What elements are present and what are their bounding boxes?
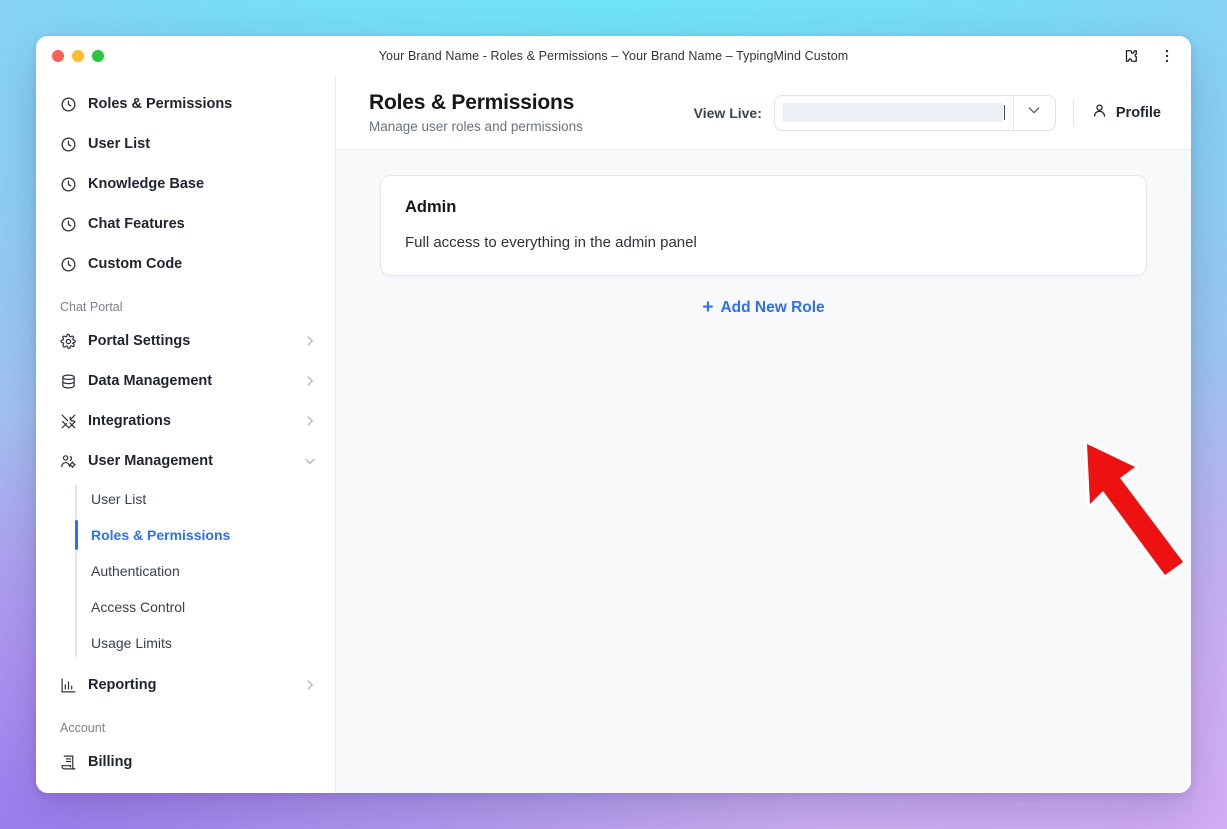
page-header-actions: View Live: Profile — [693, 94, 1161, 131]
sidebar-item-label: User Management — [88, 453, 213, 469]
close-window-button[interactable] — [52, 50, 64, 62]
chevron-right-icon — [303, 678, 317, 692]
page-title: Roles & Permissions — [369, 91, 575, 114]
clock-icon — [60, 96, 77, 113]
sidebar-recent-chat-features[interactable]: Chat Features — [36, 204, 335, 244]
role-name: Admin — [405, 198, 457, 216]
sidebar-subitem-label: Access Control — [91, 599, 186, 615]
chevron-down-icon — [1026, 102, 1042, 123]
sidebar-subitem-user-list[interactable]: User List — [76, 481, 335, 517]
user-icon — [1091, 102, 1108, 123]
clock-icon — [60, 216, 77, 233]
sidebar-item-label: Billing — [88, 754, 133, 770]
maximize-window-button[interactable] — [92, 50, 104, 62]
clock-icon — [60, 176, 77, 193]
page-header-text: Roles & Permissions Manage user roles an… — [369, 91, 583, 134]
sidebar-item-label: User List — [88, 136, 151, 152]
view-live-label: View Live: — [693, 104, 762, 121]
view-live-url-group — [773, 94, 1056, 131]
add-new-role-button[interactable]: + Add New Role — [702, 298, 824, 317]
receipt-icon — [60, 754, 77, 771]
sidebar-item-reporting[interactable]: Reporting — [36, 665, 335, 705]
sidebar-item-label: Integrations — [88, 413, 171, 429]
page-subtitle: Manage user roles and permissions — [369, 119, 583, 134]
user-management-submenu: User List Roles & Permissions Authentica… — [75, 481, 335, 661]
database-icon — [60, 373, 77, 390]
gear-icon — [60, 333, 77, 350]
annotation-arrow-icon — [1071, 432, 1191, 592]
bar-chart-icon — [60, 677, 77, 694]
sidebar-subitem-access-control[interactable]: Access Control — [76, 589, 335, 625]
sidebar-recent-custom-code[interactable]: Custom Code — [36, 244, 335, 284]
puzzle-piece-icon[interactable] — [1121, 46, 1141, 66]
sidebar-recent-roles-permissions[interactable]: Roles & Permissions — [36, 84, 335, 124]
sidebar-item-label: Data Management — [88, 373, 213, 389]
profile-button[interactable]: Profile — [1091, 102, 1161, 123]
app-body: Roles & Permissions User List Knowledge … — [36, 76, 1191, 793]
sidebar-subitem-usage-limits[interactable]: Usage Limits — [76, 625, 335, 661]
tools-icon — [60, 413, 77, 430]
sidebar-item-label: Chat Features — [88, 216, 185, 232]
sidebar-item-data-management[interactable]: Data Management — [36, 361, 335, 401]
view-live-dropdown-button[interactable] — [1012, 95, 1055, 130]
sidebar-subitem-label: Usage Limits — [91, 635, 172, 651]
view-live-url-input[interactable] — [775, 96, 1013, 130]
sidebar-subitem-label: Roles & Permissions — [91, 527, 231, 543]
sidebar-item-integrations[interactable]: Integrations — [36, 401, 335, 441]
chevron-down-icon — [303, 454, 317, 468]
chevron-right-icon — [303, 414, 317, 428]
sidebar-item-billing[interactable]: Billing — [36, 742, 335, 782]
plus-icon: + — [702, 297, 714, 318]
sidebar-subitem-roles-permissions[interactable]: Roles & Permissions — [75, 517, 335, 553]
kebab-menu-icon[interactable] — [1157, 46, 1177, 66]
sidebar-subitem-label: User List — [91, 491, 147, 507]
sidebar-section-account: Account — [60, 721, 106, 735]
sidebar-item-label: Roles & Permissions — [88, 96, 233, 112]
sidebar-recent-knowledge-base[interactable]: Knowledge Base — [36, 164, 335, 204]
clock-icon — [60, 136, 77, 153]
app-window: Your Brand Name - Roles & Permissions – … — [36, 36, 1191, 793]
add-new-role-label: Add New Role — [720, 298, 825, 316]
sidebar-item-label: Knowledge Base — [88, 176, 205, 192]
header-divider — [1072, 99, 1074, 126]
sidebar-item-label: Portal Settings — [88, 333, 191, 349]
sidebar-item-label: Reporting — [88, 677, 157, 693]
sidebar-subitem-authentication[interactable]: Authentication — [76, 553, 335, 589]
profile-label: Profile — [1115, 104, 1161, 121]
minimize-window-button[interactable] — [72, 50, 84, 62]
page-content: Admin Full access to everything in the a… — [336, 150, 1191, 793]
main-area: Roles & Permissions Manage user roles an… — [336, 76, 1191, 793]
role-card-admin[interactable]: Admin Full access to everything in the a… — [380, 175, 1147, 276]
sidebar: Roles & Permissions User List Knowledge … — [36, 76, 336, 793]
window-title: Your Brand Name - Roles & Permissions – … — [378, 49, 849, 63]
chevron-right-icon — [303, 334, 317, 348]
window-titlebar: Your Brand Name - Roles & Permissions – … — [36, 36, 1191, 76]
sidebar-recent-user-list[interactable]: User List — [36, 124, 335, 164]
page-header: Roles & Permissions Manage user roles an… — [336, 76, 1191, 150]
titlebar-actions — [1121, 46, 1177, 66]
add-role-row: + Add New Role — [380, 298, 1147, 317]
sidebar-item-portal-settings[interactable]: Portal Settings — [36, 321, 335, 361]
sidebar-item-user-management[interactable]: User Management — [36, 441, 335, 481]
role-description: Full access to everything in the admin p… — [405, 234, 697, 251]
sidebar-item-label: Custom Code — [88, 256, 183, 272]
text-caret — [1003, 105, 1005, 120]
sidebar-section-chat-portal: Chat Portal — [60, 300, 123, 314]
clock-icon — [60, 256, 77, 273]
traffic-lights — [52, 50, 104, 62]
users-gear-icon — [60, 453, 77, 470]
url-selection-highlight — [782, 103, 1003, 122]
chevron-right-icon — [303, 374, 317, 388]
sidebar-subitem-label: Authentication — [91, 563, 180, 579]
